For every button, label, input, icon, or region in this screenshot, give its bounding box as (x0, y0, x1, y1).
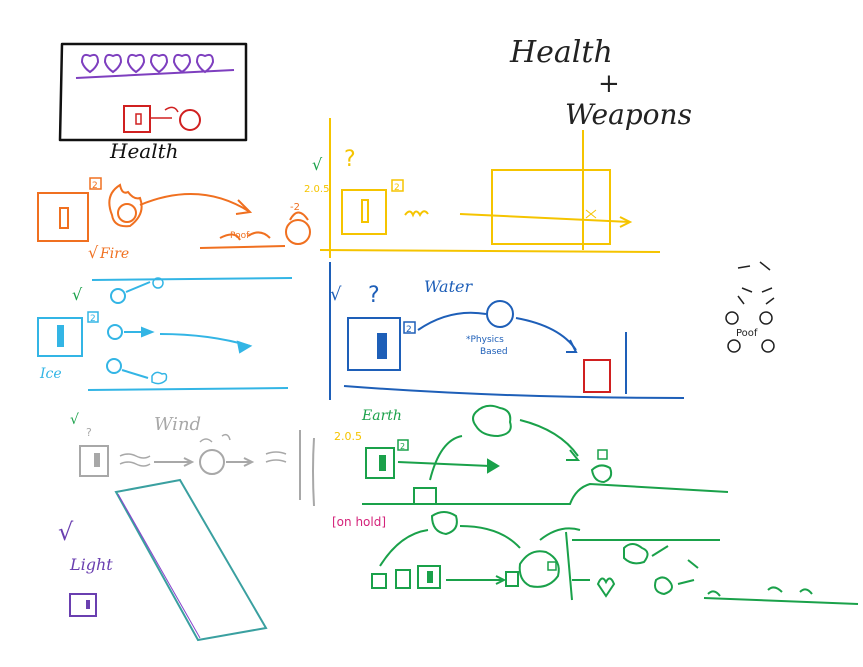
title-weapons: Weapons (565, 98, 692, 131)
water-red-block (583, 359, 611, 393)
title-plus: + (598, 69, 620, 99)
earth-rock-icon (472, 404, 512, 438)
light-player-box (69, 593, 97, 617)
yellow-question: ? (344, 147, 356, 172)
wind-label: Wind (154, 414, 201, 435)
heart-icon (149, 53, 169, 74)
ice-check: √ (72, 285, 83, 304)
heart-icon (195, 53, 215, 74)
fire-label: Fire (99, 246, 129, 262)
sketch-canvas: Health + Weapons Health 2 -2 Poof √ Fire (37, 35, 859, 642)
water-question: ? (368, 283, 380, 308)
water-label: Water (424, 277, 473, 296)
earth-label: Earth (361, 408, 402, 424)
hearts-row (80, 53, 215, 74)
yellow-player-box (341, 189, 387, 235)
yellow-version: 2.0.5 (304, 184, 329, 195)
poof-label: Poof (736, 328, 758, 339)
ice-badge: 2 (90, 314, 96, 324)
onhold-section: [on hold] (332, 511, 859, 605)
fire-poof: Poof (230, 231, 250, 241)
yellow-check: √ (312, 155, 323, 174)
light-label: Light (69, 555, 113, 574)
fire-badge: 2 (92, 181, 98, 191)
earth-badge: 2 (400, 442, 405, 451)
water-player-box (347, 317, 401, 371)
ice-label: Ice (39, 366, 62, 382)
light-check: √ (58, 518, 74, 546)
wind-question: ? (86, 426, 92, 439)
water-check: √ (330, 284, 342, 305)
heart-icon (172, 53, 192, 74)
wind-check: √ (70, 412, 79, 428)
water-section: √ ? Water 2 *Physics Based (329, 262, 685, 400)
earth-version: 2.0.5 (334, 430, 362, 443)
water-orb (486, 300, 514, 328)
title-health: Health (509, 35, 613, 70)
heart-icon (126, 53, 146, 74)
fire-section: 2 -2 Poof √ Fire (37, 177, 311, 262)
light-section: √ Light (58, 478, 268, 642)
title-block: Health + Weapons (509, 35, 692, 131)
health-player-box (123, 105, 151, 133)
wind-orb (199, 449, 225, 475)
heart-icon (103, 53, 123, 74)
heart-icon (80, 53, 100, 74)
fire-damage: -2 (290, 202, 300, 213)
fire-player-box (37, 192, 89, 242)
wind-section: √ ? Wind (70, 412, 315, 507)
water-note-2: Based (480, 347, 508, 357)
light-beam (114, 478, 268, 642)
yellow-grid-box (491, 169, 611, 245)
fire-flame-icon (108, 183, 143, 228)
onhold-label: [on hold] (332, 515, 386, 529)
health-label: Health (109, 139, 179, 163)
health-panel: Health (58, 42, 248, 163)
ice-section: √ 2 Ice (37, 277, 293, 391)
yellow-section: 2 √ ? 2.0.5 (304, 118, 661, 258)
earth-section: Earth 2.0.5 2 (334, 404, 729, 505)
yellow-badge: 2 (394, 183, 400, 193)
health-orb (179, 109, 201, 131)
poof-section: Poof (725, 261, 775, 353)
water-note-1: *Physics (466, 335, 504, 345)
water-badge: 2 (406, 325, 412, 335)
fire-check: √ (88, 243, 99, 262)
